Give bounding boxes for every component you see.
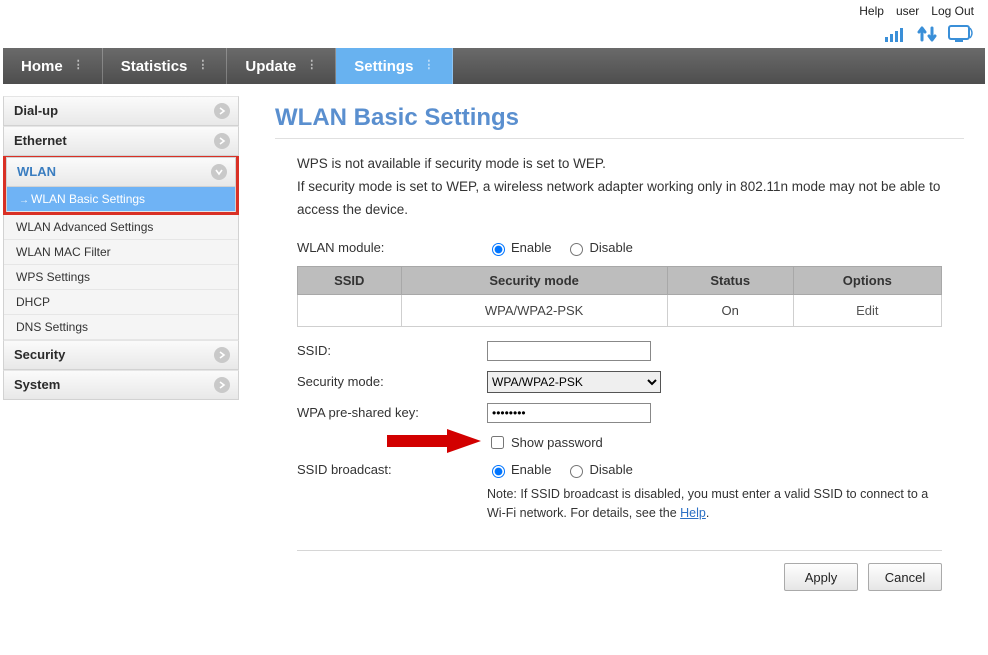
- cell-status: On: [667, 294, 793, 326]
- sidebar-subitem-wlan-mac[interactable]: WLAN MAC Filter: [4, 240, 238, 265]
- nav-settings[interactable]: Settings⋮: [336, 48, 453, 84]
- show-password-checkbox[interactable]: [491, 436, 504, 449]
- sidebar-item-label: WPS Settings: [16, 270, 90, 284]
- cell-security: WPA/WPA2-PSK: [401, 294, 667, 326]
- sidebar-item-label: WLAN Basic Settings: [31, 192, 145, 206]
- table-row: WPA/WPA2-PSK On Edit: [298, 294, 942, 326]
- ssid-broadcast-disable-option[interactable]: Disable: [565, 462, 632, 478]
- show-password-option[interactable]: Show password: [487, 433, 603, 452]
- sidebar-item-system[interactable]: System: [3, 370, 239, 400]
- ssid-broadcast-enable-option[interactable]: Enable: [487, 462, 551, 478]
- sidebar-subitem-dns[interactable]: DNS Settings: [4, 315, 238, 340]
- main-nav: Home⋮ Statistics⋮ Update⋮ Settings⋮: [3, 48, 985, 84]
- chevron-right-icon: [214, 133, 230, 149]
- sidebar-item-label: WLAN Advanced Settings: [16, 220, 153, 234]
- ssid-input[interactable]: [487, 341, 651, 361]
- wlan-module-disable-radio[interactable]: [570, 243, 583, 256]
- radio-label: Disable: [589, 462, 632, 477]
- sidebar-item-wlan[interactable]: WLAN: [6, 157, 236, 187]
- monitor-icon: [948, 24, 974, 44]
- wlan-module-enable-option[interactable]: Enable: [487, 240, 551, 256]
- intro-text: WPS is not available if security mode is…: [297, 153, 942, 222]
- radio-label: Enable: [511, 240, 551, 255]
- chevron-down-icon: [211, 164, 227, 180]
- nav-home[interactable]: Home⋮: [3, 48, 103, 84]
- chevron-right-icon: [214, 377, 230, 393]
- help-inline-link[interactable]: Help: [680, 506, 706, 520]
- ssid-broadcast-enable-radio[interactable]: [492, 465, 505, 478]
- nav-update-label: Update: [245, 58, 296, 75]
- annotation-highlight-box: WLAN WLAN Basic Settings: [3, 154, 239, 215]
- wlan-module-enable-radio[interactable]: [492, 243, 505, 256]
- sidebar-item-label: Dial-up: [14, 103, 58, 118]
- wlan-module-label: WLAN module:: [297, 240, 487, 255]
- signal-icon: [884, 25, 906, 43]
- nav-statistics[interactable]: Statistics⋮: [103, 48, 228, 84]
- note-text: Note: If SSID broadcast is disabled, you…: [487, 487, 928, 520]
- wlan-module-disable-option[interactable]: Disable: [565, 240, 632, 256]
- table-header-security: Security mode: [401, 266, 667, 294]
- nav-statistics-label: Statistics: [121, 58, 188, 75]
- sidebar-subitem-wlan-basic[interactable]: WLAN Basic Settings: [7, 187, 235, 212]
- sidebar-item-label: WLAN: [17, 164, 56, 179]
- security-mode-label: Security mode:: [297, 374, 487, 389]
- separator: [297, 550, 942, 551]
- checkbox-label: Show password: [511, 435, 603, 450]
- ssid-table: SSID Security mode Status Options WPA/WP…: [297, 266, 942, 327]
- table-header-ssid: SSID: [298, 266, 402, 294]
- apply-button[interactable]: Apply: [784, 563, 858, 591]
- sidebar-item-label: DNS Settings: [16, 320, 88, 334]
- ssid-broadcast-label: SSID broadcast:: [297, 462, 487, 477]
- ssid-label: SSID:: [297, 343, 487, 358]
- main-content: WLAN Basic Settings WPS is not available…: [239, 96, 988, 621]
- sidebar-item-ethernet[interactable]: Ethernet: [3, 126, 239, 156]
- nav-update[interactable]: Update⋮: [227, 48, 336, 84]
- table-header-status: Status: [667, 266, 793, 294]
- logout-link[interactable]: Log Out: [931, 4, 974, 18]
- security-mode-select[interactable]: WPA/WPA2-PSK: [487, 371, 661, 393]
- sidebar-subitem-wlan-advanced[interactable]: WLAN Advanced Settings: [4, 215, 238, 240]
- wpa-key-input[interactable]: [487, 403, 651, 423]
- sidebar-item-label: Ethernet: [14, 133, 67, 148]
- sidebar-item-label: Security: [14, 347, 65, 362]
- ssid-broadcast-disable-radio[interactable]: [570, 465, 583, 478]
- user-link[interactable]: user: [896, 4, 919, 18]
- sync-arrows-icon: [916, 24, 938, 44]
- sidebar-subitem-dhcp[interactable]: DHCP: [4, 290, 238, 315]
- help-link[interactable]: Help: [859, 4, 884, 18]
- radio-label: Disable: [589, 240, 632, 255]
- sidebar-subitem-wps[interactable]: WPS Settings: [4, 265, 238, 290]
- table-header-options: Options: [793, 266, 941, 294]
- page-title: WLAN Basic Settings: [275, 104, 964, 139]
- wpa-key-label: WPA pre-shared key:: [297, 405, 487, 420]
- sidebar-item-label: WLAN MAC Filter: [16, 245, 111, 259]
- sidebar: Dial-up Ethernet WLAN WLAN Basic Setting…: [3, 96, 239, 400]
- intro-line-2: If security mode is set to WEP, a wirele…: [297, 176, 942, 222]
- sidebar-item-security[interactable]: Security: [3, 340, 239, 370]
- sidebar-item-dialup[interactable]: Dial-up: [3, 96, 239, 126]
- nav-home-label: Home: [21, 58, 63, 75]
- nav-settings-label: Settings: [354, 58, 413, 75]
- intro-line-1: WPS is not available if security mode is…: [297, 153, 942, 176]
- chevron-right-icon: [214, 103, 230, 119]
- edit-link[interactable]: Edit: [856, 303, 878, 318]
- ssid-broadcast-note: Note: If SSID broadcast is disabled, you…: [487, 485, 942, 523]
- sidebar-item-label: DHCP: [16, 295, 50, 309]
- sidebar-item-label: System: [14, 377, 60, 392]
- chevron-right-icon: [214, 347, 230, 363]
- cell-ssid: [298, 294, 402, 326]
- radio-label: Enable: [511, 462, 551, 477]
- cancel-button[interactable]: Cancel: [868, 563, 942, 591]
